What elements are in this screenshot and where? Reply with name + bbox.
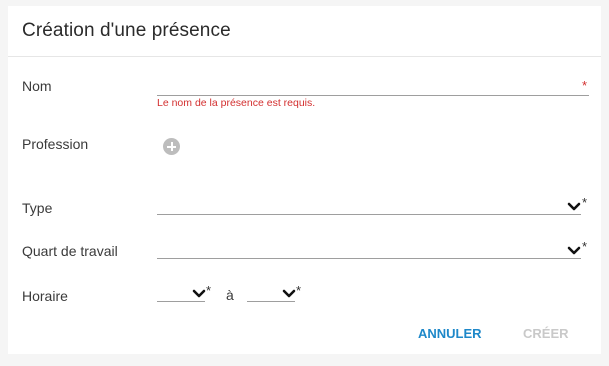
shift-select[interactable] bbox=[157, 237, 581, 259]
type-chevron-down-icon[interactable] bbox=[567, 202, 581, 212]
add-profession-icon[interactable] bbox=[163, 138, 180, 155]
profession-label: Profession bbox=[22, 136, 89, 152]
schedule-to-chevron-down-icon[interactable] bbox=[282, 289, 296, 299]
create-button[interactable]: CRÉER bbox=[523, 326, 569, 341]
schedule-label: Horaire bbox=[22, 288, 68, 304]
schedule-to-required-mark: * bbox=[296, 283, 302, 298]
schedule-from-required-mark: * bbox=[206, 283, 212, 298]
name-label: Nom bbox=[22, 78, 52, 94]
name-required-mark: * bbox=[582, 78, 588, 93]
shift-select-underline bbox=[157, 258, 581, 259]
name-error-message: Le nom de la présence est requis. bbox=[157, 97, 316, 109]
shift-required-mark: * bbox=[582, 239, 588, 254]
type-required-mark: * bbox=[582, 195, 588, 210]
schedule-from-chevron-down-icon[interactable] bbox=[192, 289, 206, 299]
shift-chevron-down-icon[interactable] bbox=[567, 246, 581, 256]
type-select-underline bbox=[157, 214, 581, 215]
schedule-to-underline bbox=[247, 301, 295, 302]
type-select[interactable] bbox=[157, 194, 581, 216]
name-input[interactable] bbox=[157, 72, 589, 96]
create-presence-dialog: Création d'une présence Nom * Le nom de … bbox=[8, 6, 601, 354]
name-input-underline bbox=[157, 95, 589, 96]
schedule-from-underline bbox=[157, 301, 205, 302]
dialog-header: Création d'une présence bbox=[8, 6, 601, 57]
type-label: Type bbox=[22, 200, 53, 216]
cancel-button[interactable]: ANNULER bbox=[418, 326, 482, 341]
dialog-title: Création d'une présence bbox=[22, 20, 231, 41]
schedule-separator: à bbox=[226, 287, 234, 303]
shift-label: Quart de travail bbox=[22, 243, 118, 259]
